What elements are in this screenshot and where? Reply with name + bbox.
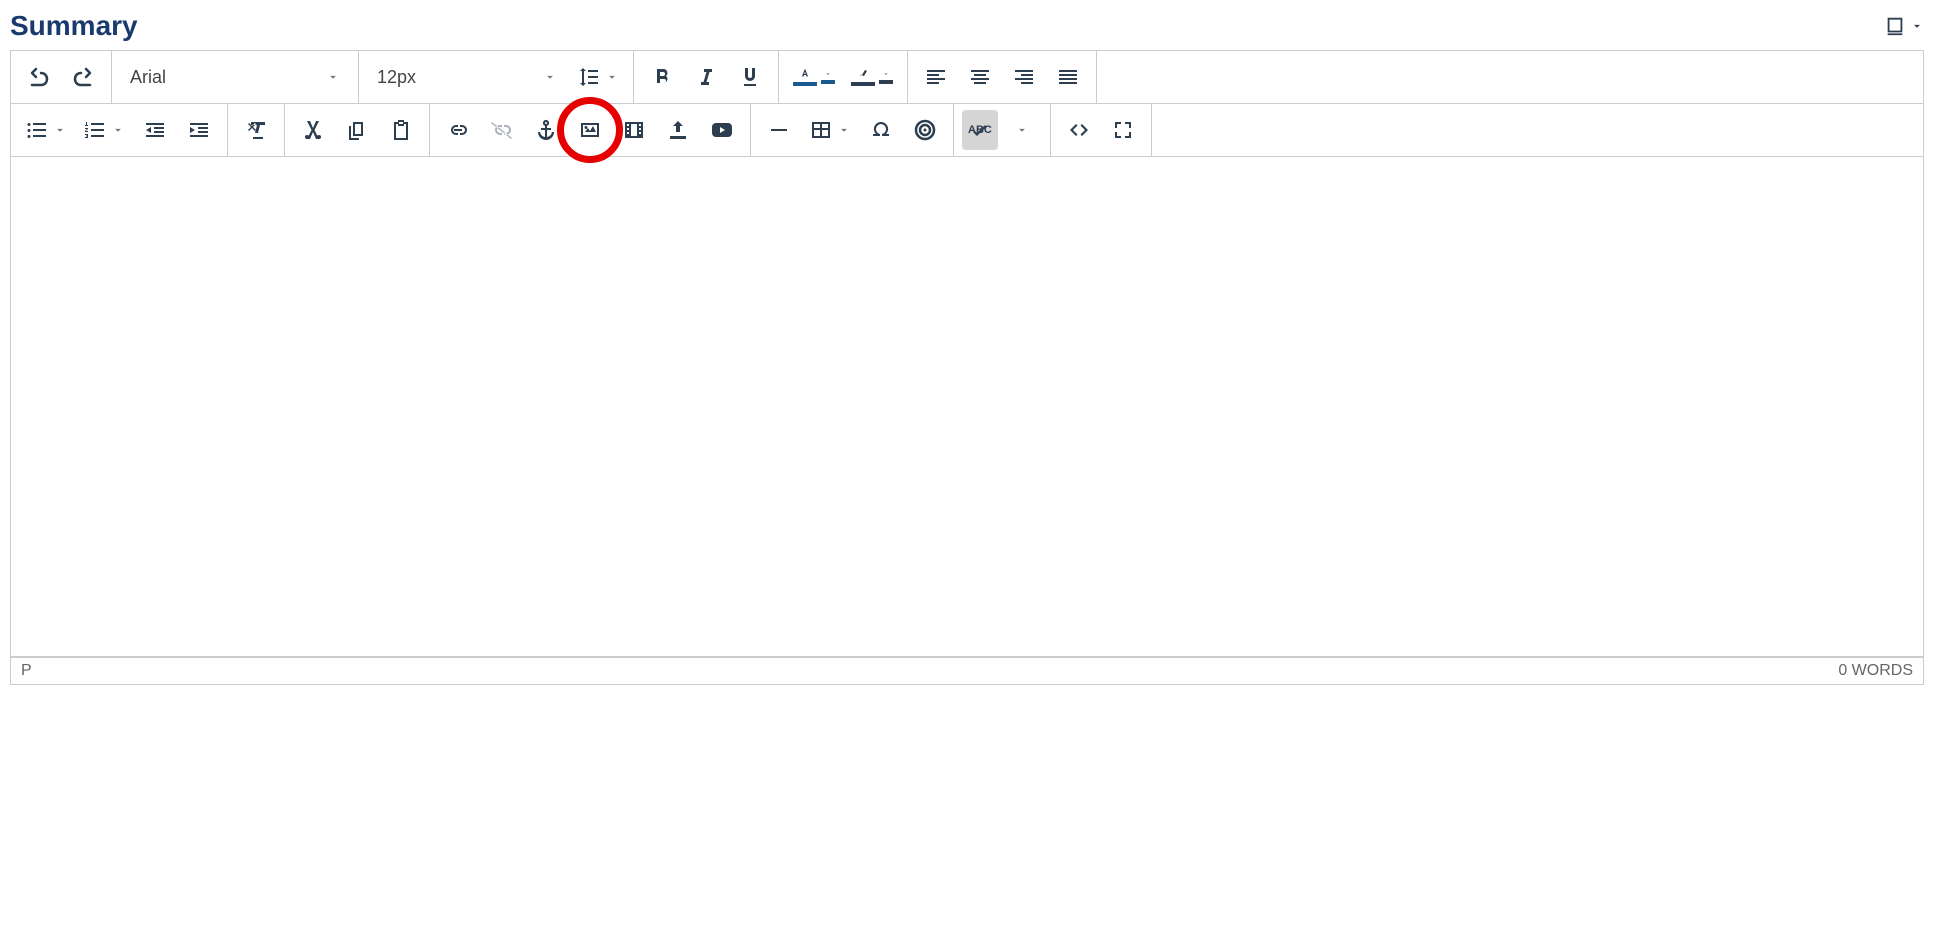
code-icon bbox=[1067, 118, 1091, 142]
table-icon bbox=[809, 118, 833, 142]
paste-icon bbox=[389, 118, 413, 142]
bullet-list-icon bbox=[25, 118, 49, 142]
book-icon bbox=[1884, 15, 1906, 37]
upload-icon bbox=[666, 118, 690, 142]
fullscreen-button[interactable] bbox=[1103, 110, 1143, 150]
outdent-button[interactable] bbox=[135, 110, 175, 150]
insert-table-button[interactable] bbox=[803, 110, 857, 150]
target-button[interactable] bbox=[905, 110, 945, 150]
link-button[interactable] bbox=[438, 110, 478, 150]
element-path[interactable]: P bbox=[21, 662, 32, 680]
chevron-down-icon bbox=[821, 70, 835, 84]
image-icon bbox=[578, 118, 602, 142]
font-family-value: Arial bbox=[130, 67, 166, 88]
cut-button[interactable] bbox=[293, 110, 333, 150]
chevron-down-icon bbox=[1015, 123, 1029, 137]
indent-icon bbox=[187, 118, 211, 142]
chevron-down-icon bbox=[111, 123, 125, 137]
underline-button[interactable] bbox=[730, 57, 770, 97]
underline-icon bbox=[738, 65, 762, 89]
chevron-down-icon bbox=[837, 123, 851, 137]
target-icon bbox=[913, 118, 937, 142]
ordered-list-icon bbox=[83, 118, 107, 142]
text-color-button[interactable] bbox=[787, 57, 841, 97]
upload-file-button[interactable] bbox=[658, 110, 698, 150]
italic-button[interactable] bbox=[686, 57, 726, 97]
chevron-down-icon bbox=[53, 123, 67, 137]
chevron-down-icon bbox=[326, 70, 340, 84]
align-left-icon bbox=[924, 65, 948, 89]
undo-icon bbox=[27, 65, 51, 89]
text-color-icon bbox=[793, 68, 817, 86]
line-height-icon bbox=[577, 65, 601, 89]
copy-button[interactable] bbox=[337, 110, 377, 150]
align-justify-button[interactable] bbox=[1048, 57, 1088, 97]
clear-format-icon bbox=[244, 118, 268, 142]
anchor-button[interactable] bbox=[526, 110, 566, 150]
highlight-color-button[interactable] bbox=[845, 57, 899, 97]
italic-icon bbox=[694, 65, 718, 89]
toolbar-row-1: Arial 12px bbox=[11, 51, 1923, 104]
unordered-list-button[interactable] bbox=[19, 110, 73, 150]
font-size-select[interactable]: 12px bbox=[367, 57, 567, 97]
spellcheck-options-button[interactable] bbox=[1002, 110, 1042, 150]
font-size-value: 12px bbox=[377, 67, 416, 88]
highlight-icon bbox=[851, 68, 875, 86]
omega-icon bbox=[869, 118, 893, 142]
outdent-icon bbox=[143, 118, 167, 142]
check-icon bbox=[968, 120, 992, 144]
special-char-button[interactable] bbox=[861, 110, 901, 150]
redo-icon bbox=[71, 65, 95, 89]
insert-video-button[interactable] bbox=[614, 110, 654, 150]
editor-header: Summary bbox=[10, 10, 1924, 42]
align-center-icon bbox=[968, 65, 992, 89]
align-center-button[interactable] bbox=[960, 57, 1000, 97]
cut-icon bbox=[301, 118, 325, 142]
code-view-button[interactable] bbox=[1059, 110, 1099, 150]
editor-content-area[interactable] bbox=[10, 157, 1924, 657]
anchor-icon bbox=[534, 118, 558, 142]
unlink-button[interactable] bbox=[482, 110, 522, 150]
spellcheck-button[interactable]: ABC bbox=[962, 110, 998, 150]
redo-button[interactable] bbox=[63, 57, 103, 97]
fullscreen-icon bbox=[1111, 118, 1135, 142]
insert-image-button[interactable] bbox=[570, 110, 610, 150]
clear-formatting-button[interactable] bbox=[236, 110, 276, 150]
font-family-select[interactable]: Arial bbox=[120, 57, 350, 97]
align-right-button[interactable] bbox=[1004, 57, 1044, 97]
toolbar-row-2: ABC bbox=[11, 104, 1923, 157]
undo-button[interactable] bbox=[19, 57, 59, 97]
chevron-down-icon bbox=[543, 70, 557, 84]
horizontal-rule-button[interactable] bbox=[759, 110, 799, 150]
chevron-down-icon bbox=[879, 70, 893, 84]
embed-youtube-button[interactable] bbox=[702, 110, 742, 150]
indent-button[interactable] bbox=[179, 110, 219, 150]
unlink-icon bbox=[490, 118, 514, 142]
chevron-down-icon bbox=[605, 70, 619, 84]
view-mode-toggle[interactable] bbox=[1884, 15, 1924, 37]
align-justify-icon bbox=[1056, 65, 1080, 89]
editor-toolbar: Arial 12px bbox=[10, 50, 1924, 157]
align-left-button[interactable] bbox=[916, 57, 956, 97]
hr-icon bbox=[767, 118, 791, 142]
youtube-icon bbox=[710, 118, 734, 142]
caret-down-icon bbox=[1910, 19, 1924, 33]
copy-icon bbox=[345, 118, 369, 142]
ordered-list-button[interactable] bbox=[77, 110, 131, 150]
editor-status-bar: P 0 WORDS bbox=[10, 657, 1924, 685]
line-height-button[interactable] bbox=[571, 57, 625, 97]
word-count: 0 WORDS bbox=[1838, 662, 1913, 680]
paste-button[interactable] bbox=[381, 110, 421, 150]
bold-button[interactable] bbox=[642, 57, 682, 97]
bold-icon bbox=[650, 65, 674, 89]
editor-title: Summary bbox=[10, 10, 138, 42]
align-right-icon bbox=[1012, 65, 1036, 89]
film-icon bbox=[622, 118, 646, 142]
link-icon bbox=[446, 118, 470, 142]
